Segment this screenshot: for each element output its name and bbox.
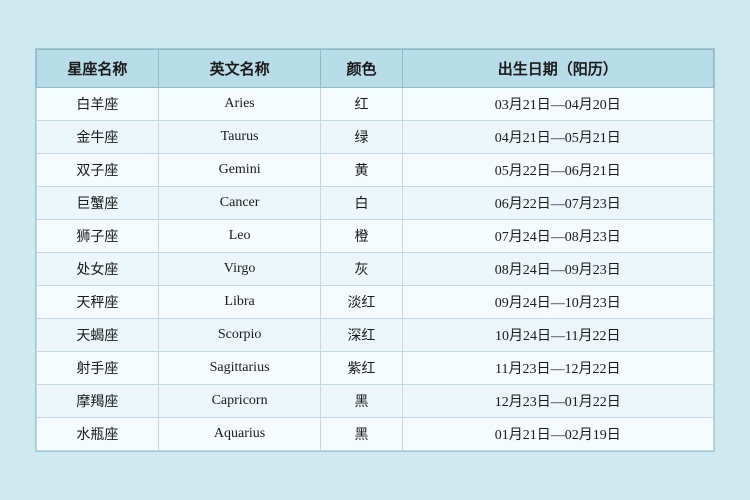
cell-color: 紫红 [321, 352, 402, 385]
cell-date: 03月21日—04月20日 [402, 88, 713, 121]
cell-date: 05月22日—06月21日 [402, 154, 713, 187]
cell-zh-name: 双子座 [37, 154, 159, 187]
table-body: 白羊座Aries红03月21日—04月20日金牛座Taurus绿04月21日—0… [37, 88, 714, 451]
table-row: 水瓶座Aquarius黑01月21日—02月19日 [37, 418, 714, 451]
table-row: 天秤座Libra淡红09月24日—10月23日 [37, 286, 714, 319]
cell-zh-name: 巨蟹座 [37, 187, 159, 220]
cell-date: 12月23日—01月22日 [402, 385, 713, 418]
cell-color: 淡红 [321, 286, 402, 319]
cell-zh-name: 狮子座 [37, 220, 159, 253]
zodiac-table: 星座名称 英文名称 颜色 出生日期（阳历） 白羊座Aries红03月21日—04… [36, 49, 714, 451]
cell-en-name: Leo [158, 220, 320, 253]
cell-en-name: Cancer [158, 187, 320, 220]
cell-color: 白 [321, 187, 402, 220]
cell-color: 深红 [321, 319, 402, 352]
cell-color: 绿 [321, 121, 402, 154]
cell-date: 04月21日—05月21日 [402, 121, 713, 154]
cell-en-name: Libra [158, 286, 320, 319]
header-zh-name: 星座名称 [37, 50, 159, 88]
cell-en-name: Aries [158, 88, 320, 121]
table-row: 狮子座Leo橙07月24日—08月23日 [37, 220, 714, 253]
cell-date: 10月24日—11月22日 [402, 319, 713, 352]
cell-date: 08月24日—09月23日 [402, 253, 713, 286]
cell-zh-name: 金牛座 [37, 121, 159, 154]
table-row: 摩羯座Capricorn黑12月23日—01月22日 [37, 385, 714, 418]
cell-date: 06月22日—07月23日 [402, 187, 713, 220]
cell-en-name: Virgo [158, 253, 320, 286]
cell-zh-name: 射手座 [37, 352, 159, 385]
table-row: 巨蟹座Cancer白06月22日—07月23日 [37, 187, 714, 220]
table-row: 双子座Gemini黄05月22日—06月21日 [37, 154, 714, 187]
cell-date: 11月23日—12月22日 [402, 352, 713, 385]
table-header-row: 星座名称 英文名称 颜色 出生日期（阳历） [37, 50, 714, 88]
cell-en-name: Gemini [158, 154, 320, 187]
cell-date: 07月24日—08月23日 [402, 220, 713, 253]
cell-color: 红 [321, 88, 402, 121]
table-row: 射手座Sagittarius紫红11月23日—12月22日 [37, 352, 714, 385]
header-date: 出生日期（阳历） [402, 50, 713, 88]
cell-date: 01月21日—02月19日 [402, 418, 713, 451]
cell-zh-name: 白羊座 [37, 88, 159, 121]
header-en-name: 英文名称 [158, 50, 320, 88]
cell-zh-name: 水瓶座 [37, 418, 159, 451]
cell-color: 黄 [321, 154, 402, 187]
table-row: 处女座Virgo灰08月24日—09月23日 [37, 253, 714, 286]
cell-color: 灰 [321, 253, 402, 286]
cell-en-name: Capricorn [158, 385, 320, 418]
cell-en-name: Aquarius [158, 418, 320, 451]
cell-zh-name: 天蝎座 [37, 319, 159, 352]
cell-zh-name: 摩羯座 [37, 385, 159, 418]
cell-en-name: Scorpio [158, 319, 320, 352]
table-row: 天蝎座Scorpio深红10月24日—11月22日 [37, 319, 714, 352]
table-row: 金牛座Taurus绿04月21日—05月21日 [37, 121, 714, 154]
cell-en-name: Taurus [158, 121, 320, 154]
cell-zh-name: 天秤座 [37, 286, 159, 319]
table-row: 白羊座Aries红03月21日—04月20日 [37, 88, 714, 121]
zodiac-table-container: 星座名称 英文名称 颜色 出生日期（阳历） 白羊座Aries红03月21日—04… [35, 48, 715, 452]
cell-color: 橙 [321, 220, 402, 253]
cell-zh-name: 处女座 [37, 253, 159, 286]
cell-color: 黑 [321, 418, 402, 451]
cell-color: 黑 [321, 385, 402, 418]
header-color: 颜色 [321, 50, 402, 88]
cell-date: 09月24日—10月23日 [402, 286, 713, 319]
cell-en-name: Sagittarius [158, 352, 320, 385]
